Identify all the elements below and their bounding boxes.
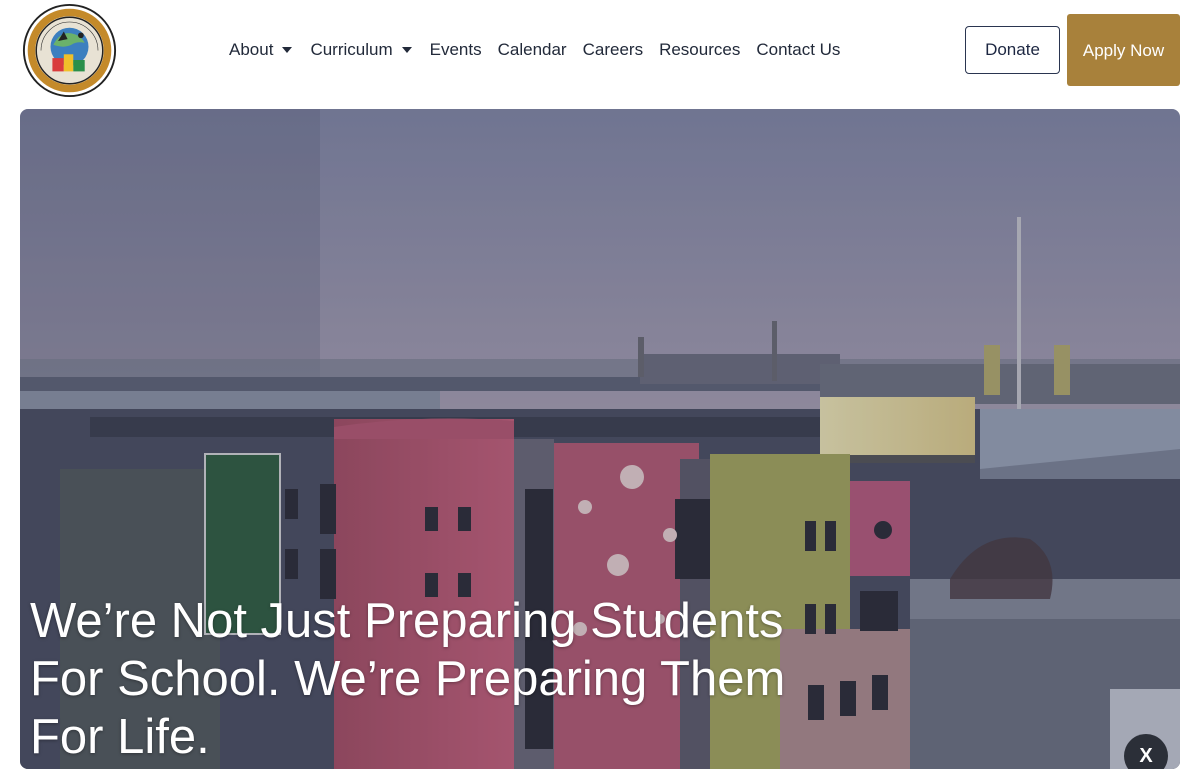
- nav-item-contact[interactable]: Contact Us: [756, 40, 840, 60]
- chevron-down-icon[interactable]: [282, 47, 293, 53]
- nav-label-curriculum: Curriculum: [310, 40, 393, 59]
- nav-item-curriculum[interactable]: Curriculum: [310, 40, 412, 60]
- nav-item-calendar[interactable]: Calendar: [498, 40, 567, 60]
- hero-banner: We’re Not Just Preparing Students For Sc…: [20, 109, 1180, 769]
- x-icon: X: [1139, 744, 1153, 767]
- nav-label-about: About: [229, 40, 274, 59]
- chevron-down-icon[interactable]: [401, 47, 412, 53]
- nav-item-events[interactable]: Events: [430, 40, 482, 60]
- nav-label-events: Events: [429, 40, 482, 59]
- nav-label-resources: Resources: [659, 40, 741, 59]
- nav-label-careers: Careers: [582, 40, 644, 59]
- donate-button[interactable]: Donate: [965, 26, 1060, 74]
- hero-headline: We’re Not Just Preparing Students For Sc…: [30, 594, 786, 764]
- apply-now-button[interactable]: Apply Now: [1067, 14, 1180, 86]
- nav-label-calendar: Calendar: [497, 40, 567, 59]
- site-header: About Curriculum Events Calendar Careers…: [0, 0, 1200, 100]
- nav-item-about[interactable]: About: [229, 40, 293, 60]
- nav-item-resources[interactable]: Resources: [659, 40, 740, 60]
- main-nav: About Curriculum Events Calendar Careers…: [229, 38, 856, 62]
- nav-label-contact: Contact Us: [756, 40, 841, 59]
- nav-item-careers[interactable]: Careers: [583, 40, 643, 60]
- school-logo[interactable]: [22, 3, 117, 98]
